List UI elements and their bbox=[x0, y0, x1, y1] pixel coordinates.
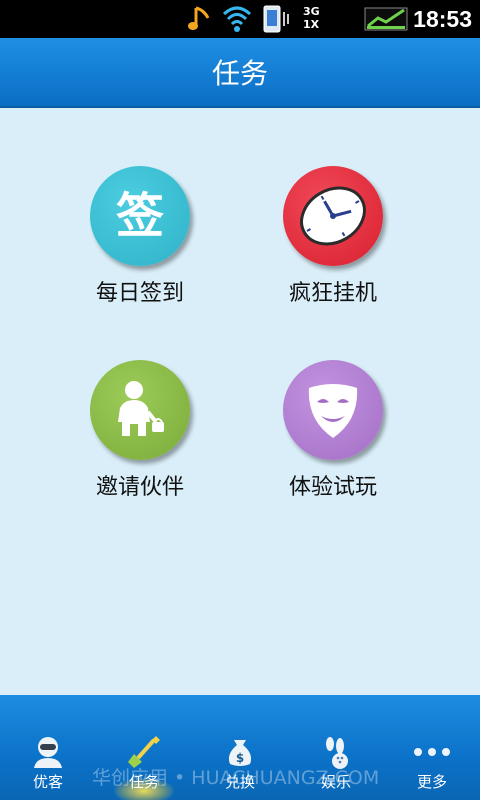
bowling-icon bbox=[326, 737, 348, 769]
money-bag-icon: $ bbox=[228, 740, 252, 766]
music-note-icon bbox=[188, 6, 210, 30]
task-invite-friends[interactable]: 邀请伙伴 bbox=[40, 360, 240, 540]
task-label-invite-friends: 邀请伙伴 bbox=[95, 475, 184, 500]
checkin-icon: 签 bbox=[90, 166, 190, 266]
vibrate-icon bbox=[263, 5, 289, 33]
watermark: 华创应用 • HUACHUANGZ.COM bbox=[92, 767, 380, 789]
clock-time: 18:53 bbox=[413, 6, 472, 32]
task-label-idle-hangup: 疯狂挂机 bbox=[288, 281, 377, 306]
wifi-icon bbox=[222, 6, 252, 32]
battery-icon bbox=[364, 7, 408, 31]
task-idle-hangup[interactable]: 疯狂挂机 bbox=[233, 166, 433, 346]
tab-more[interactable]: 更多 bbox=[384, 730, 480, 800]
shovel-icon bbox=[128, 736, 160, 768]
svg-text:$: $ bbox=[236, 751, 244, 765]
status-bar: 3G 1X 18:53 bbox=[0, 0, 480, 38]
mask-icon bbox=[283, 360, 383, 460]
tab-label-youke: 优客 bbox=[32, 773, 63, 791]
more-dots-icon bbox=[414, 748, 450, 756]
task-label-daily-checkin: 每日签到 bbox=[95, 281, 184, 306]
task-label-trial-play: 体验试玩 bbox=[288, 475, 377, 500]
network-type: 3G 1X bbox=[303, 5, 343, 35]
person-icon bbox=[90, 360, 190, 460]
user-avatar-icon bbox=[34, 737, 62, 768]
network-label-1x: 1X bbox=[303, 18, 320, 31]
task-grid: 签 每日签到 疯狂挂机 邀请伙伴 体验试玩 bbox=[0, 108, 480, 695]
task-trial-play[interactable]: 体验试玩 bbox=[233, 360, 433, 540]
clock-icon bbox=[283, 166, 383, 266]
title-bar: 任务 bbox=[0, 38, 480, 108]
task-daily-checkin[interactable]: 签 每日签到 bbox=[40, 166, 240, 346]
page-title: 任务 bbox=[211, 57, 268, 90]
tab-youke[interactable]: 优客 bbox=[0, 730, 96, 800]
network-label-3g: 3G bbox=[303, 5, 320, 18]
checkin-icon-glyph: 签 bbox=[116, 188, 164, 244]
tab-label-more: 更多 bbox=[416, 773, 447, 791]
